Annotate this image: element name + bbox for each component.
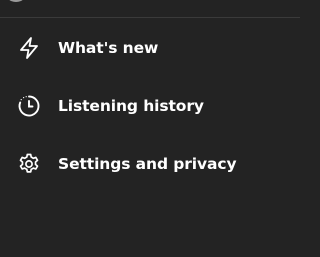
menu-item-whats-new[interactable]: What's new — [0, 19, 300, 77]
lightning-bolt-icon — [17, 36, 41, 60]
menu-item-settings-privacy[interactable]: Settings and privacy — [0, 135, 300, 193]
menu-item-listening-history[interactable]: Listening history — [0, 77, 300, 135]
account-menu-panel: What's new Listening history Settings an… — [0, 0, 300, 257]
avatar[interactable] — [4, 0, 28, 2]
gear-icon — [17, 152, 41, 176]
menu-item-label: Listening history — [58, 97, 204, 115]
clock-history-icon — [17, 94, 41, 118]
profile-header-strip[interactable] — [0, 0, 300, 18]
menu-item-label: Settings and privacy — [58, 155, 237, 173]
menu-list: What's new Listening history Settings an… — [0, 19, 300, 193]
menu-item-label: What's new — [58, 39, 159, 57]
